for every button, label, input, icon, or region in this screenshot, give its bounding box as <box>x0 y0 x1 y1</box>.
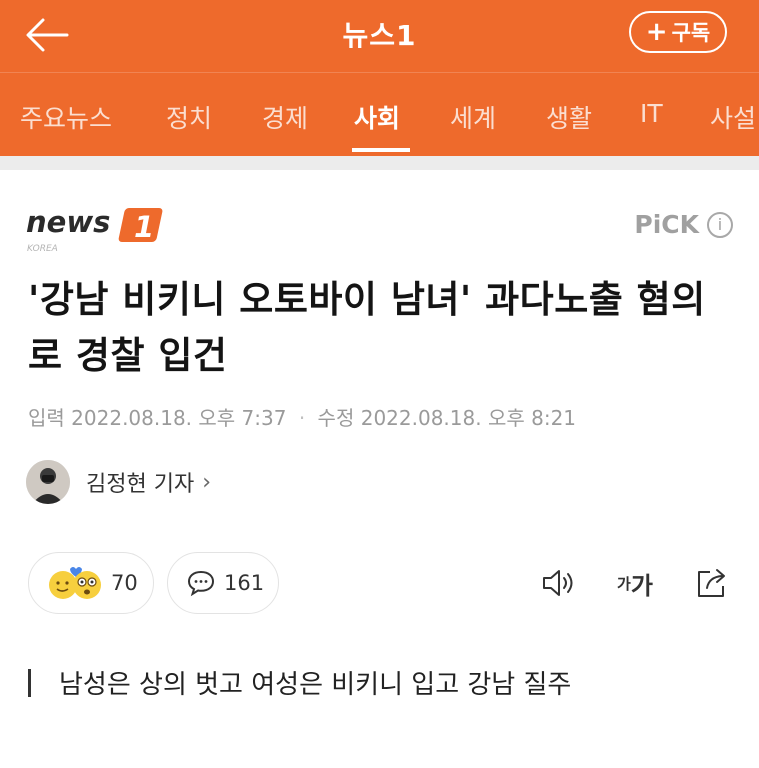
subscribe-label: 구독 <box>671 21 711 45</box>
reporter-avatar <box>26 460 70 504</box>
speaker-icon <box>543 570 573 596</box>
app-header: 뉴스1 + 구독 <box>0 0 759 72</box>
pick-badge[interactable]: PiCK i <box>634 210 733 239</box>
section-divider <box>0 156 759 170</box>
published-label: 입력 <box>28 406 65 430</box>
logo-number: 1 <box>134 210 154 244</box>
news1-logo[interactable]: news 1 KOREA <box>26 204 176 258</box>
reaction-emoji-icon <box>49 567 101 599</box>
subheading-text: 남성은 상의 벗고 여성은 비키니 입고 강남 질주 <box>59 670 572 700</box>
meta-separator: · <box>298 406 306 430</box>
article-subheading: 남성은 상의 벗고 여성은 비키니 입고 강남 질주 <box>28 664 571 701</box>
font-small-glyph: 가 <box>617 574 631 593</box>
article-dates: 입력 2022.08.18. 오후 7:37 · 수정 2022.08.18. … <box>28 402 576 431</box>
logo-word: news <box>26 205 110 239</box>
article-headline: '강남 비키니 오토바이 남녀' 과다노출 혐의로 경찰 입건 <box>28 278 706 377</box>
tab-politics[interactable]: 정치 <box>166 99 212 135</box>
chevron-right-icon: › <box>202 469 212 495</box>
quote-bar <box>28 668 31 697</box>
tab-world[interactable]: 세계 <box>450 99 496 135</box>
info-icon: i <box>707 211 733 238</box>
comment-count: 161 <box>224 571 265 595</box>
category-tabs: 주요뉴스 정치 경제 사회 세계 생활 IT 사설 <box>0 72 759 156</box>
tab-economy[interactable]: 경제 <box>262 99 308 135</box>
reaction-count: 70 <box>111 571 138 595</box>
share-button[interactable] <box>692 560 732 606</box>
plus-icon: + <box>645 17 668 47</box>
published-date: 2022.08.18. 오후 7:37 <box>71 406 287 430</box>
logo-sub: KOREA <box>27 244 58 254</box>
reporter-name: 김정현 기자 <box>86 472 195 497</box>
pick-label: PiCK <box>634 210 699 239</box>
subscribe-button[interactable]: + 구독 <box>629 11 727 53</box>
listen-button[interactable] <box>538 560 582 606</box>
tab-it[interactable]: IT <box>640 99 663 128</box>
comment-icon <box>187 570 215 597</box>
share-icon <box>698 569 725 597</box>
tab-society[interactable]: 사회 <box>354 99 400 135</box>
tab-living[interactable]: 생활 <box>546 99 592 135</box>
font-size-button[interactable]: 가 가 <box>610 560 660 606</box>
comment-button[interactable]: 161 <box>167 552 279 614</box>
modified-date: 2022.08.18. 오후 8:21 <box>360 406 577 430</box>
tab-editorial[interactable]: 사설 <box>710 99 756 135</box>
reporter-link[interactable]: 김정현 기자 › <box>26 460 211 504</box>
tab-main-news[interactable]: 주요뉴스 <box>20 99 112 135</box>
modified-label: 수정 <box>317 406 355 430</box>
font-large-glyph: 가 <box>630 571 653 600</box>
active-tab-indicator <box>352 148 410 152</box>
reaction-button[interactable]: 70 <box>28 552 154 614</box>
